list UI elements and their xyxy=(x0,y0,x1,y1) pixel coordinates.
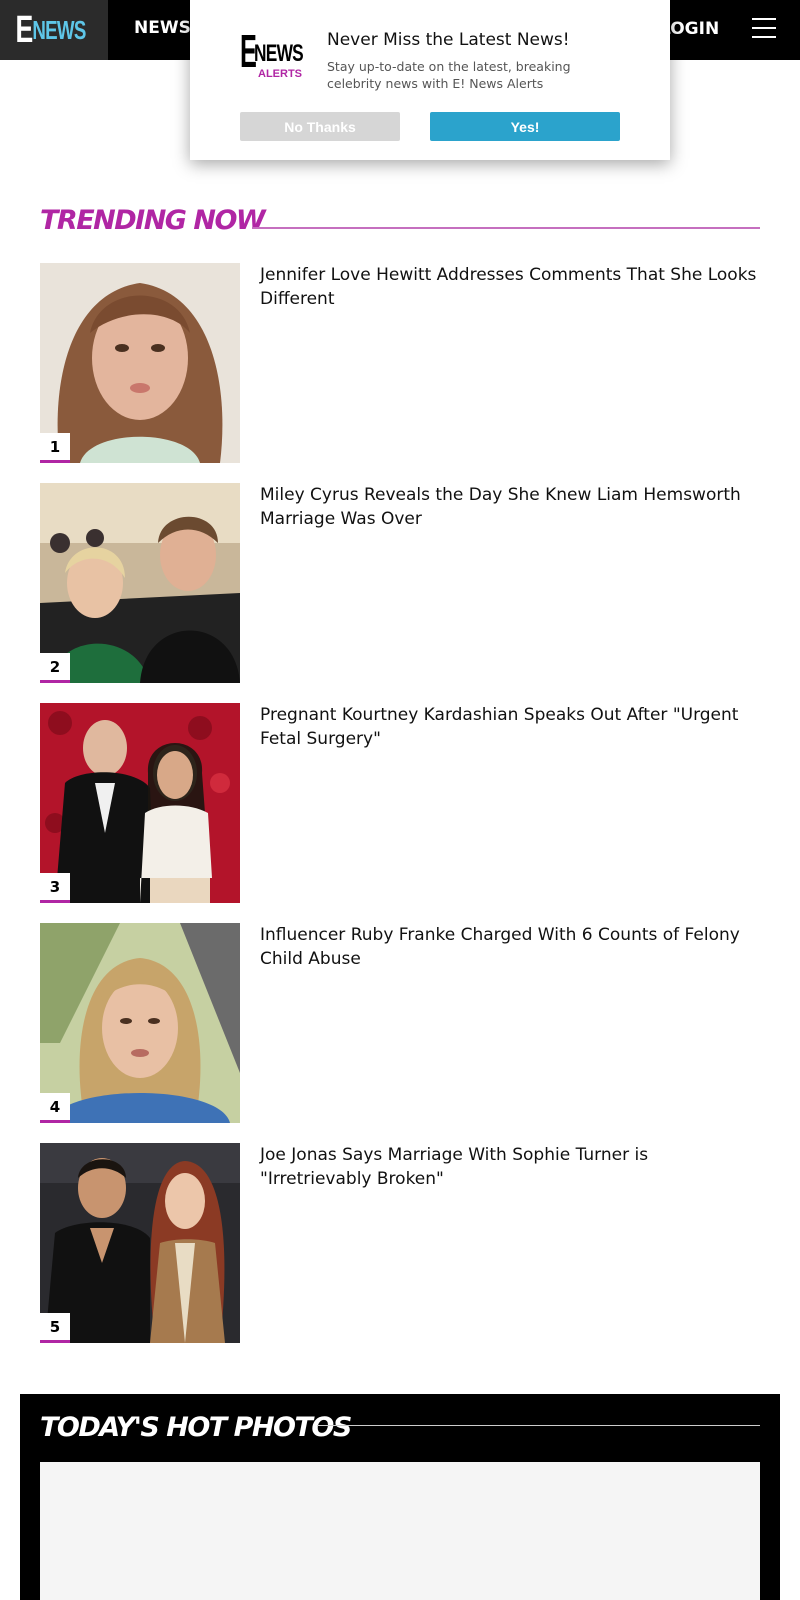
no-thanks-button[interactable]: No Thanks xyxy=(240,112,400,141)
rank-badge: 3 xyxy=(40,873,70,903)
rank-badge: 2 xyxy=(40,653,70,683)
trending-item[interactable]: 2 Miley Cyrus Reveals the Day She Knew L… xyxy=(40,483,760,683)
article-headline[interactable]: Jennifer Love Hewitt Addresses Comments … xyxy=(260,263,760,311)
popup-title: Never Miss the Latest News! xyxy=(327,30,570,50)
trending-now-header: TRENDING NOW xyxy=(40,205,760,245)
article-thumbnail[interactable]: 2 xyxy=(40,483,240,683)
article-thumbnail[interactable]: 3 xyxy=(40,703,240,903)
hot-photos-divider xyxy=(317,1425,760,1426)
trending-now-title: TRENDING NOW xyxy=(40,205,266,236)
article-thumbnail[interactable]: 4 xyxy=(40,923,240,1123)
trending-item[interactable]: 3 Pregnant Kourtney Kardashian Speaks Ou… xyxy=(40,703,760,903)
article-thumbnail[interactable]: 5 xyxy=(40,1143,240,1343)
trending-divider xyxy=(252,227,760,229)
article-headline[interactable]: Joe Jonas Says Marriage With Sophie Turn… xyxy=(260,1143,760,1191)
rank-badge: 5 xyxy=(40,1313,70,1343)
popup-subtitle: Stay up-to-date on the latest, breaking … xyxy=(327,59,571,91)
news-alerts-popup: E NEWS ALERTS Never Miss the Latest News… xyxy=(190,0,670,160)
article-thumbnail[interactable]: 1 xyxy=(40,263,240,463)
article-headline[interactable]: Influencer Ruby Franke Charged With 6 Co… xyxy=(260,923,760,971)
rank-badge: 4 xyxy=(40,1093,70,1123)
pop-logo-alerts: ALERTS xyxy=(258,68,302,80)
article-headline[interactable]: Miley Cyrus Reveals the Day She Knew Lia… xyxy=(260,483,760,531)
hot-photos-gallery[interactable] xyxy=(40,1462,760,1600)
logo-e: E xyxy=(15,9,34,51)
logo-news: NEWS xyxy=(32,15,86,45)
article-headline[interactable]: Pregnant Kourtney Kardashian Speaks Out … xyxy=(260,703,760,751)
hot-photos-section: TODAY'S HOT PHOTOS xyxy=(20,1394,780,1600)
pop-logo-news: NEWS xyxy=(254,40,304,67)
rank-badge: 1 xyxy=(40,433,70,463)
nav-news-link[interactable]: NEWS xyxy=(134,18,191,38)
trending-item[interactable]: 1 Jennifer Love Hewitt Addresses Comment… xyxy=(40,263,760,463)
enews-alerts-logo: E NEWS ALERTS xyxy=(240,28,306,80)
trending-item[interactable]: 5 Joe Jonas Says Marriage With Sophie Tu… xyxy=(40,1143,760,1343)
hamburger-menu-icon[interactable] xyxy=(752,18,776,40)
hot-photos-title: TODAY'S HOT PHOTOS xyxy=(40,1412,352,1443)
yes-button[interactable]: Yes! xyxy=(430,112,620,141)
trending-item[interactable]: 4 Influencer Ruby Franke Charged With 6 … xyxy=(40,923,760,1123)
enews-logo[interactable]: E NEWS xyxy=(0,0,108,60)
